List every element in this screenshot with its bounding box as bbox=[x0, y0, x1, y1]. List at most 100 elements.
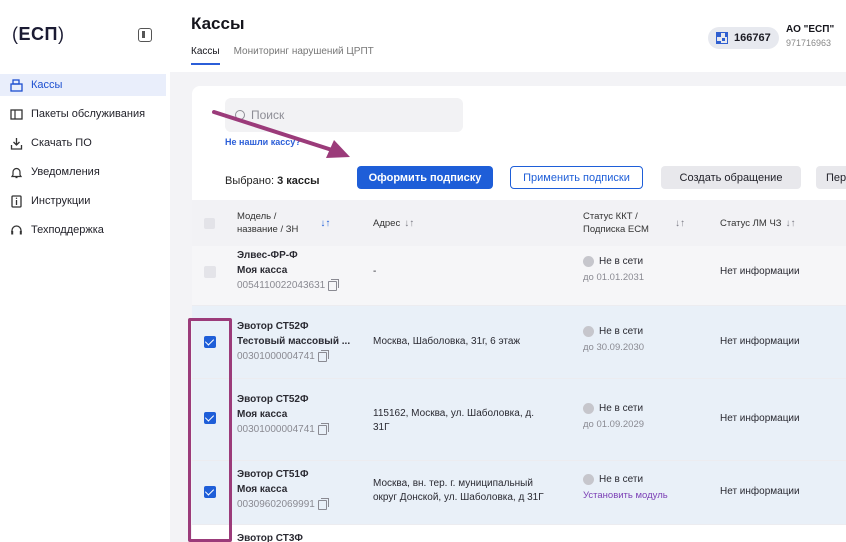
serial-number: 00301000004741 bbox=[237, 422, 329, 438]
table-row[interactable]: Элвес-ФР-Ф Моя касса 0054110022043631 - … bbox=[192, 246, 846, 306]
row-checkbox[interactable] bbox=[204, 266, 216, 278]
lm-status: Нет информации bbox=[720, 486, 800, 497]
sidebar-item-label: Кассы bbox=[31, 79, 63, 91]
kkm-count: 166767 bbox=[734, 32, 771, 44]
status-dot-icon bbox=[583, 474, 594, 485]
copy-icon[interactable] bbox=[328, 279, 340, 291]
copy-icon[interactable] bbox=[317, 498, 329, 510]
more-button[interactable]: Пер bbox=[816, 166, 846, 189]
col-model[interactable]: Модель / название / ЗН ↓↑ bbox=[237, 200, 347, 246]
not-found-link[interactable]: Не нашли кассу? bbox=[225, 137, 301, 147]
sidebar-item-label: Пакеты обслуживания bbox=[31, 108, 146, 120]
kassa-name: Тестовый массовый ... bbox=[237, 336, 351, 347]
row-checkbox[interactable] bbox=[204, 486, 216, 498]
copy-icon[interactable] bbox=[317, 350, 329, 362]
table-row[interactable]: Эвотор СТ3Ф bbox=[192, 525, 846, 542]
org-name[interactable]: АО "ЕСП" bbox=[786, 24, 834, 35]
address: Москва, вн. тер. г. муниципальный bbox=[373, 478, 533, 489]
package-icon bbox=[10, 108, 23, 121]
serial-number-text: 00301000004741 bbox=[237, 351, 315, 362]
tab-kassy[interactable]: Кассы bbox=[191, 46, 220, 65]
sidebar-item-download[interactable]: Скачать ПО bbox=[0, 132, 170, 154]
col-status[interactable]: Статус ККТ / Подписка ЕСМ ↓↑ bbox=[583, 200, 685, 246]
kkm-count-badge[interactable]: 166767 bbox=[708, 27, 779, 49]
table-header: Модель / название / ЗН ↓↑ Адрес ↓↑ Стату… bbox=[192, 200, 846, 246]
sidebar-item-support[interactable]: Техподдержка bbox=[0, 219, 170, 241]
model-name: Эвотор СТ52Ф bbox=[237, 394, 309, 405]
search-icon bbox=[235, 110, 245, 120]
search-placeholder: Поиск bbox=[251, 108, 285, 122]
status-dot-icon bbox=[583, 326, 594, 337]
sort-icon[interactable]: ↓↑ bbox=[786, 218, 796, 229]
kkt-status: Не в сети bbox=[583, 256, 644, 267]
sort-icon[interactable]: ↓↑ bbox=[675, 218, 685, 229]
sidebar-item-kassy[interactable]: Кассы bbox=[0, 74, 166, 96]
col-status-label: Статус ККТ / bbox=[583, 211, 638, 222]
sidebar-item-label: Техподдержка bbox=[31, 224, 104, 236]
address-line-2: округ Донской, ул. Шаболовка, д 31Г bbox=[373, 492, 544, 503]
sidebar-item-packages[interactable]: Пакеты обслуживания bbox=[0, 103, 170, 125]
lm-status: Нет информации bbox=[720, 413, 800, 424]
serial-number: 0054110022043631 bbox=[237, 278, 340, 294]
logo-text: ЕСП bbox=[18, 24, 58, 44]
kkt-status-text: Не в сети bbox=[599, 326, 644, 337]
address: - bbox=[373, 266, 377, 277]
address: 115162, Москва, ул. Шаболовка, д. bbox=[373, 408, 534, 419]
address-line-2: 31Г bbox=[373, 422, 390, 433]
tab-monitoring[interactable]: Мониторинг нарушений ЦРПТ bbox=[234, 46, 374, 65]
col-address-label: Адрес bbox=[373, 217, 401, 229]
headset-icon bbox=[10, 224, 23, 237]
apply-subscriptions-button[interactable]: Применить подписки bbox=[510, 166, 643, 189]
lm-status: Нет информации bbox=[720, 336, 800, 347]
kkt-status-text: Не в сети bbox=[599, 403, 644, 414]
kkt-status: Не в сети bbox=[583, 474, 668, 485]
sort-icon[interactable]: ↓↑ bbox=[320, 218, 330, 229]
model-name: Эвотор СТ51Ф bbox=[237, 469, 309, 480]
logo-bracket-right: ) bbox=[57, 24, 65, 44]
create-request-button[interactable]: Создать обращение bbox=[661, 166, 801, 189]
model-name: Элвес-ФР-Ф bbox=[237, 250, 298, 261]
table-row[interactable]: Эвотор СТ52Ф Моя касса 00301000004741 11… bbox=[192, 379, 846, 461]
subscription-until: до 30.09.2030 bbox=[583, 342, 645, 353]
col-status-label-2: Подписка ЕСМ bbox=[583, 224, 649, 235]
col-lm[interactable]: Статус ЛМ ЧЗ ↓↑ bbox=[720, 200, 796, 246]
selected-count: Выбрано: 3 кассы bbox=[225, 175, 320, 187]
tabs: Кассы Мониторинг нарушений ЦРПТ bbox=[191, 46, 374, 65]
sort-icon[interactable]: ↓↑ bbox=[404, 218, 414, 229]
address: Москва, Шаболовка, 31г, 6 этаж bbox=[373, 336, 521, 347]
col-address[interactable]: Адрес ↓↑ bbox=[373, 200, 414, 246]
table-row[interactable]: Эвотор СТ51Ф Моя касса 00309602069991 Мо… bbox=[192, 461, 846, 525]
col-model-label: Модель / bbox=[237, 211, 277, 222]
kassa-name: Моя касса bbox=[237, 484, 288, 495]
qr-icon bbox=[716, 32, 728, 44]
sidebar-item-label: Скачать ПО bbox=[31, 137, 92, 149]
table-row[interactable]: Эвотор СТ52Ф Тестовый массовый ... 00301… bbox=[192, 306, 846, 379]
download-icon bbox=[10, 137, 23, 150]
cash-register-icon bbox=[10, 78, 23, 92]
collapse-sidebar-icon[interactable] bbox=[138, 28, 152, 42]
sidebar-item-notifications[interactable]: Уведомления bbox=[0, 161, 170, 183]
logo[interactable]: (ЕСП) bbox=[12, 24, 64, 45]
serial-number-text: 0054110022043631 bbox=[237, 280, 326, 291]
page-title: Кассы bbox=[191, 14, 245, 33]
row-checkbox[interactable] bbox=[204, 412, 216, 424]
bell-icon bbox=[10, 166, 23, 179]
selected-prefix: Выбрано: bbox=[225, 175, 275, 187]
subscription-until: до 01.01.2031 bbox=[583, 272, 645, 283]
select-all-checkbox[interactable] bbox=[204, 218, 215, 229]
kkt-status-text: Не в сети bbox=[599, 256, 644, 267]
copy-icon[interactable] bbox=[317, 423, 329, 435]
info-icon bbox=[10, 194, 23, 208]
main-area: Кассы Кассы Мониторинг нарушений ЦРПТ 16… bbox=[170, 0, 846, 542]
subscribe-button[interactable]: Оформить подписку bbox=[357, 166, 493, 189]
sidebar-item-label: Уведомления bbox=[31, 166, 100, 178]
kassy-card: Поиск Не нашли кассу? Выбрано: 3 кассы О… bbox=[192, 86, 846, 542]
row-checkbox[interactable] bbox=[204, 336, 216, 348]
search-input[interactable]: Поиск bbox=[225, 98, 463, 132]
kkt-status: Не в сети bbox=[583, 403, 644, 414]
install-module-link[interactable]: Установить модуль bbox=[583, 490, 668, 501]
lm-status: Нет информации bbox=[720, 266, 800, 277]
status-dot-icon bbox=[583, 256, 594, 267]
kassa-name: Моя касса bbox=[237, 409, 288, 420]
sidebar-item-instructions[interactable]: Инструкции bbox=[0, 190, 170, 212]
